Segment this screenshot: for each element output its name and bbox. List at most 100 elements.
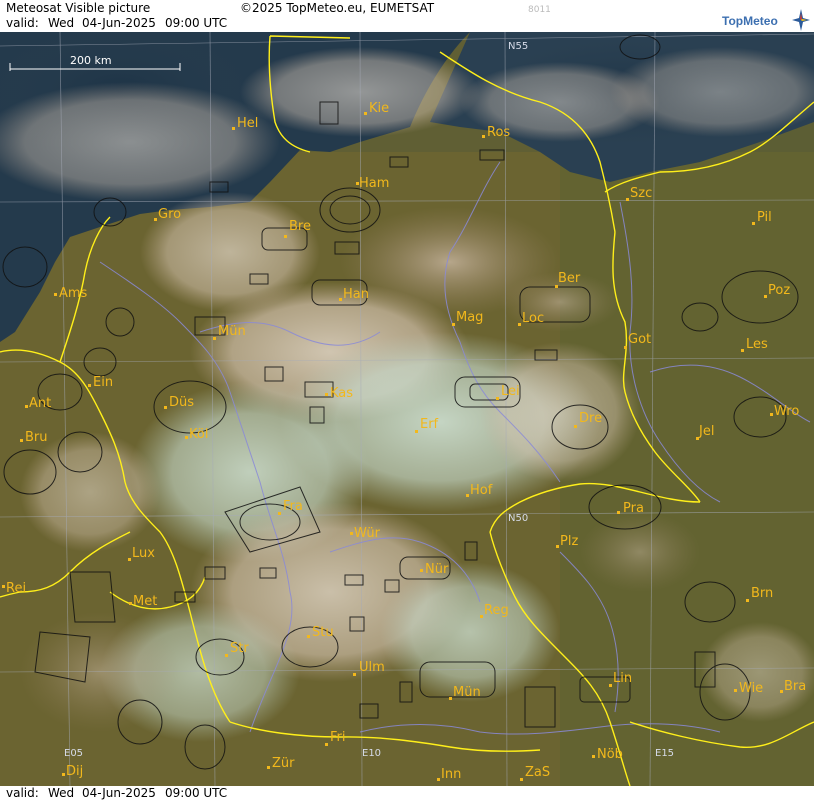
- city-marker[interactable]: Köl: [185, 427, 208, 442]
- map-title: Meteosat Visible picture: [6, 1, 151, 15]
- city-marker[interactable]: Szc: [626, 186, 652, 201]
- footer-bar: valid: Wed 04-Jun-2025 09:00 UTC: [0, 786, 814, 801]
- city-label: Jel: [698, 424, 714, 439]
- city-label: Kas: [330, 386, 353, 401]
- city-label: Brn: [751, 586, 773, 601]
- city-marker[interactable]: Ams: [54, 286, 88, 301]
- city-marker[interactable]: Ber: [555, 271, 581, 288]
- city-label: Lei: [501, 384, 520, 399]
- footer-valid-label: valid:: [6, 786, 39, 800]
- valid-time-bar: valid: Wed 04-Jun-2025 09:00 UTC: [0, 16, 814, 32]
- city-label: Ams: [59, 286, 88, 301]
- city-marker[interactable]: Hof: [466, 483, 493, 498]
- city-label: Dij: [66, 764, 83, 779]
- city-marker[interactable]: Plz: [556, 534, 578, 549]
- scale-bar-label: 200 km: [70, 54, 112, 67]
- city-marker[interactable]: Ant: [25, 396, 51, 411]
- city-marker[interactable]: Mün: [213, 324, 246, 340]
- city-marker[interactable]: Met: [129, 594, 157, 609]
- city-label: Mag: [456, 310, 483, 325]
- valid-time: 09:00 UTC: [165, 16, 228, 30]
- city-label: Nöb: [597, 747, 623, 762]
- city-marker[interactable]: Bru: [20, 430, 48, 445]
- city-marker[interactable]: Wür: [350, 526, 381, 541]
- city-marker[interactable]: Bra: [780, 679, 806, 694]
- city-marker[interactable]: Ham: [356, 176, 389, 191]
- city-marker[interactable]: Loc: [518, 311, 544, 326]
- compass-star-icon: [792, 9, 810, 31]
- city-label: Erf: [420, 417, 439, 432]
- city-label: Ulm: [359, 660, 385, 675]
- header-bar: Meteosat Visible picture ©2025 TopMeteo.…: [0, 0, 814, 16]
- city-label: Loc: [522, 311, 544, 326]
- city-marker[interactable]: Poz: [764, 283, 790, 298]
- city-marker[interactable]: Lin: [609, 671, 632, 687]
- city-marker[interactable]: Rei: [2, 581, 26, 596]
- city-label: Lin: [613, 671, 632, 686]
- city-label: Nür: [425, 562, 449, 577]
- city-marker[interactable]: Han: [339, 287, 369, 302]
- city-marker[interactable]: Dre: [574, 411, 602, 428]
- city-label: Szc: [630, 186, 652, 201]
- city-label: Les: [746, 337, 768, 352]
- city-marker[interactable]: Nür: [420, 562, 449, 577]
- city-marker[interactable]: Zür: [267, 756, 295, 771]
- topmeteo-logo[interactable]: TopMeteo: [722, 9, 810, 31]
- valid-day: Wed: [48, 16, 75, 30]
- city-label: Zür: [272, 756, 295, 771]
- city-marker[interactable]: Les: [741, 337, 768, 352]
- city-label: Fri: [330, 730, 346, 745]
- city-marker[interactable]: Brn: [746, 586, 773, 602]
- city-marker[interactable]: Jel: [696, 424, 714, 440]
- city-label: Bra: [784, 679, 806, 694]
- city-marker[interactable]: Mag: [452, 310, 483, 326]
- city-label: Mün: [453, 685, 481, 700]
- city-label: Han: [343, 287, 369, 302]
- city-label: Ham: [359, 176, 389, 191]
- city-label: Lux: [132, 546, 155, 561]
- city-marker[interactable]: Düs: [164, 395, 194, 410]
- city-label: Reg: [484, 603, 509, 618]
- city-label: Ber: [558, 271, 581, 286]
- grid-label-e10: E10: [362, 748, 381, 759]
- city-marker[interactable]: Inn: [437, 767, 461, 782]
- city-marker[interactable]: ZaS: [520, 765, 550, 781]
- city-label: Ein: [93, 375, 113, 390]
- city-label: Rei: [6, 581, 26, 596]
- city-marker[interactable]: Ros: [482, 125, 510, 140]
- footer-valid-time: 09:00 UTC: [165, 786, 228, 800]
- city-label: Kie: [369, 101, 389, 116]
- city-label: Met: [133, 594, 157, 609]
- city-label: Got: [628, 332, 651, 347]
- city-marker[interactable]: Reg: [480, 603, 509, 618]
- city-label: Fra: [283, 499, 303, 514]
- city-marker[interactable]: Wro: [770, 404, 799, 419]
- city-marker[interactable]: Lux: [128, 546, 155, 561]
- city-marker[interactable]: Dij: [62, 764, 83, 779]
- grid-label-n50: N50: [508, 513, 528, 524]
- city-marker[interactable]: Wie: [734, 681, 763, 696]
- city-marker[interactable]: Nöb: [592, 747, 623, 762]
- city-label: Wür: [354, 526, 381, 541]
- city-label: Wie: [739, 681, 763, 696]
- city-label: Inn: [441, 767, 461, 782]
- satellite-map[interactable]: 200 km N55 N50 E05 E10 E15 Hel Kie Ros H…: [0, 32, 814, 786]
- city-label: Gro: [158, 207, 181, 222]
- grid-label-n55: N55: [508, 41, 528, 52]
- valid-label: valid:: [6, 16, 39, 30]
- logo-text: TopMeteo: [722, 14, 778, 28]
- city-marker[interactable]: Kas: [325, 386, 353, 401]
- city-label: Pil: [757, 210, 772, 225]
- city-label: Köl: [189, 427, 208, 442]
- city-marker[interactable]: Gro: [154, 207, 181, 222]
- city-marker[interactable]: Mün: [449, 685, 481, 700]
- city-label: Mün: [218, 324, 246, 339]
- footer-valid-day: Wed: [48, 786, 75, 800]
- city-label: Bru: [25, 430, 48, 445]
- city-label: Bre: [289, 219, 311, 234]
- grid-label-e15: E15: [655, 748, 674, 759]
- city-label: Hel: [237, 116, 258, 131]
- city-label: Wro: [774, 404, 799, 419]
- city-label: Plz: [560, 534, 578, 549]
- city-marker[interactable]: Got: [624, 332, 651, 349]
